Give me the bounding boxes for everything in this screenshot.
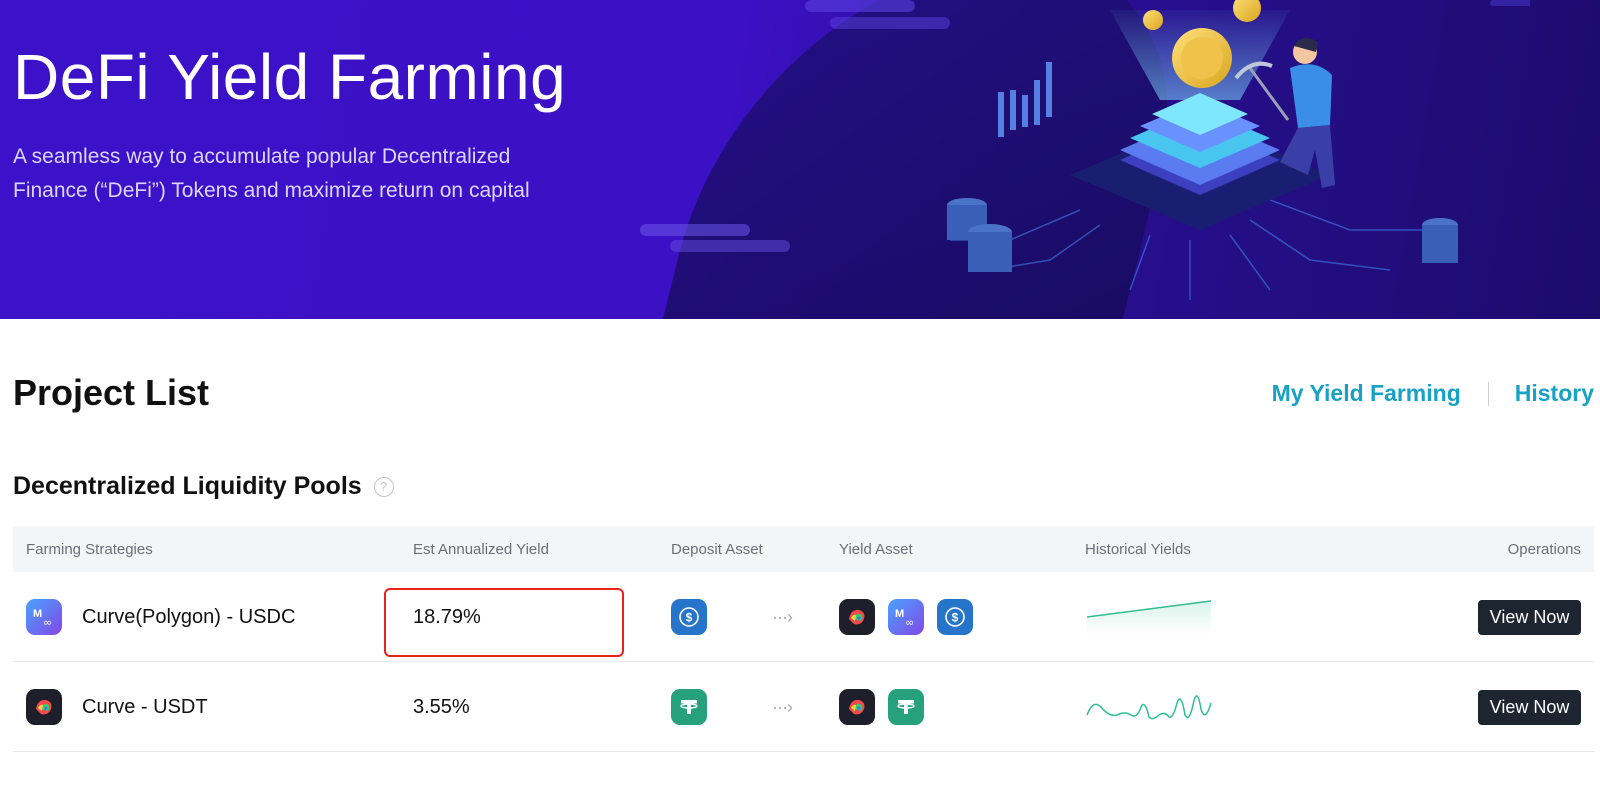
operations-cell: View Now [1478,572,1581,662]
view-now-button[interactable]: View Now [1478,599,1581,635]
usdc-icon: $ [937,599,973,635]
curve-icon [839,599,875,635]
header-deposit-asset: Deposit Asset [671,541,763,558]
hero-title: DeFi Yield Farming [13,41,567,113]
sparkline-chart [1086,600,1212,635]
curve-icon [26,689,62,725]
deposit-cell: ···› [671,662,793,752]
mining-illustration [640,0,1530,300]
table-header: Farming Strategies Est Annualized Yield … [13,526,1594,572]
strategy-name[interactable]: Curve - USDT [82,696,208,719]
strategy-name[interactable]: Curve(Polygon) - USDC [82,606,295,629]
hero-subtitle: A seamless way to accumulate popular Dec… [13,140,573,208]
historical-yield-cell [1085,572,1215,662]
section-title: Decentralized Liquidity Pools ? [13,472,394,501]
polygon-icon: M ∞ [26,599,62,635]
strategy-cell: Curve - USDT [26,662,208,752]
svg-text:M: M [33,608,42,620]
header-farming-strategies: Farming Strategies [26,541,153,558]
hero-subtitle-line: A seamless way to accumulate popular Dec… [13,145,511,168]
est-yield-value: 18.79% [413,605,481,628]
my-yield-farming-link[interactable]: My Yield Farming [1272,380,1461,407]
top-links: My Yield Farming History [1272,380,1594,407]
header-historical-yields: Historical Yields [1085,541,1191,558]
yield-cell: 3.55% [413,662,470,752]
table-row: Curve - USDT 3.55% ···› View Now [13,662,1594,752]
view-now-button[interactable]: View Now [1478,689,1581,725]
svg-text:M: M [895,608,904,620]
section-title-text: Decentralized Liquidity Pools [13,472,362,500]
svg-text:$: $ [952,611,959,625]
operations-cell: View Now [1478,662,1581,752]
strategy-cell: M ∞ Curve(Polygon) - USDC [26,572,295,662]
deposit-cell: $ ···› [671,572,793,662]
table-row: M ∞ Curve(Polygon) - USDC 18.79% $ ···› M… [13,572,1594,662]
svg-text:∞: ∞ [905,616,914,629]
usdt-icon [671,689,707,725]
svg-text:∞: ∞ [43,616,52,629]
yield-cell: 18.79% [413,572,481,662]
est-yield-value: 3.55% [413,695,470,718]
sparkline-chart [1086,695,1212,720]
header-operations: Operations [1507,541,1581,558]
curve-icon [839,689,875,725]
header-yield-asset: Yield Asset [839,541,913,558]
polygon-icon: M ∞ [888,599,924,635]
historical-yield-cell [1085,662,1215,752]
page-title: Project List [13,372,210,413]
svg-text:$: $ [686,611,693,625]
link-divider [1487,381,1489,406]
help-icon[interactable]: ? [373,476,394,497]
usdt-icon [888,689,924,725]
yield-asset-cell: M ∞ $ [839,572,986,662]
header-est-yield: Est Annualized Yield [413,541,549,558]
hero-subtitle-line: Finance (“DeFi”) Tokens and maximize ret… [13,179,530,202]
arrow-right-icon: ···› [772,606,793,627]
history-link[interactable]: History [1515,380,1594,407]
hero-banner: DeFi Yield Farming A seamless way to acc… [0,0,1600,319]
yield-asset-cell [839,662,937,752]
usdc-icon: $ [671,599,707,635]
pools-table: Farming Strategies Est Annualized Yield … [13,526,1594,752]
arrow-right-icon: ···› [772,696,793,717]
